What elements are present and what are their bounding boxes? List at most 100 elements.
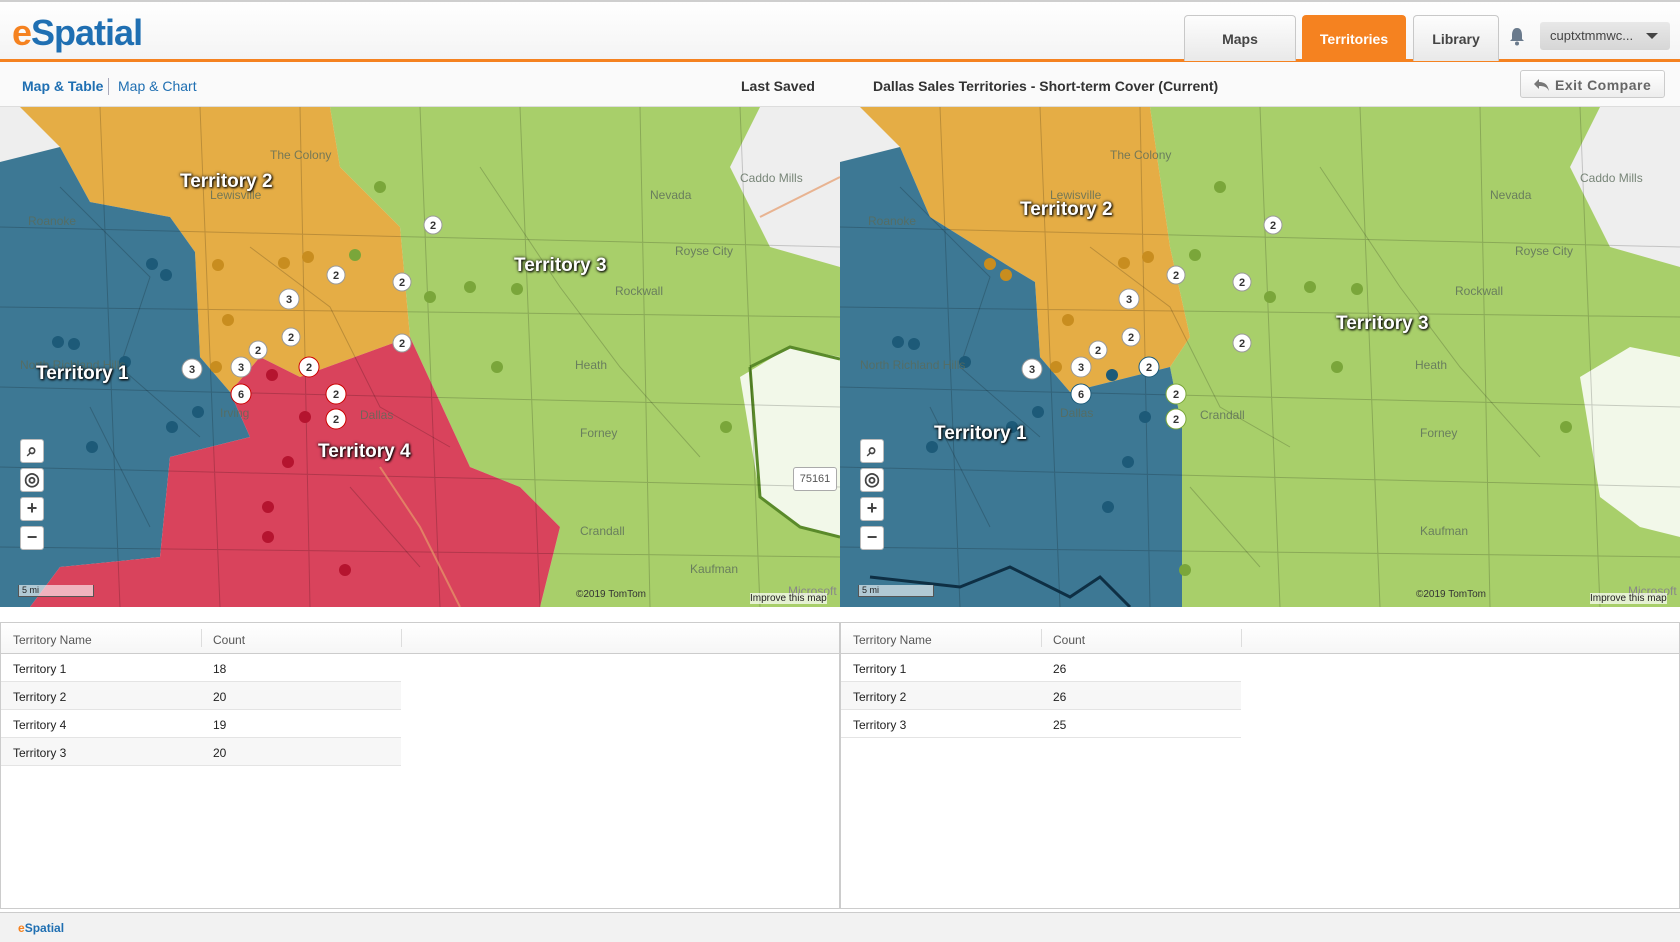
place-label: Dallas bbox=[360, 408, 393, 422]
svg-text:2: 2 bbox=[306, 362, 312, 374]
table-header: Territory Name Count bbox=[1, 623, 839, 654]
footer: eSpatial bbox=[0, 912, 1680, 942]
table-row[interactable]: Territory 1 26 bbox=[841, 654, 1241, 682]
column-header-territory-name[interactable]: Territory Name bbox=[853, 633, 932, 647]
column-header-territory-name[interactable]: Territory Name bbox=[13, 633, 92, 647]
map-label-territory-3: Territory 3 bbox=[514, 255, 607, 276]
place-label: Royse City bbox=[1515, 244, 1573, 258]
svg-text:3: 3 bbox=[238, 362, 244, 374]
view-map-table-link[interactable]: Map & Table bbox=[22, 78, 103, 94]
locate-button[interactable]: ◎ bbox=[20, 468, 44, 492]
place-label: Irving bbox=[220, 406, 249, 420]
map-scale: 5 mi bbox=[18, 585, 94, 597]
zoom-in-button[interactable]: + bbox=[20, 497, 44, 521]
place-label: Roanoke bbox=[28, 214, 76, 228]
place-label: Roanoke bbox=[868, 214, 916, 228]
map-label-territory-2: Territory 2 bbox=[1020, 199, 1113, 220]
last-saved-label: Last Saved bbox=[741, 78, 815, 94]
zoom-in-button[interactable]: + bbox=[860, 497, 884, 521]
place-label: Forney bbox=[580, 426, 617, 440]
user-name: cuptxtmmwc... bbox=[1550, 28, 1634, 43]
place-label: The Colony bbox=[270, 148, 331, 162]
svg-text:2: 2 bbox=[1239, 277, 1245, 289]
chevron-down-icon bbox=[1646, 33, 1658, 39]
svg-text:2: 2 bbox=[1173, 270, 1179, 282]
map-label-territory-2: Territory 2 bbox=[180, 171, 273, 192]
svg-text:2: 2 bbox=[430, 220, 436, 232]
svg-text:2: 2 bbox=[288, 332, 294, 344]
map-label-territory-3: Territory 3 bbox=[1336, 313, 1429, 334]
compare-toolbar: Map & Table Map & Chart Last Saved Dalla… bbox=[0, 62, 1680, 107]
place-label: Dallas bbox=[1060, 406, 1093, 420]
svg-text:2: 2 bbox=[1173, 414, 1179, 426]
svg-text:6: 6 bbox=[1078, 389, 1084, 401]
svg-text:2: 2 bbox=[1239, 338, 1245, 350]
left-territory-table: Territory Name Count Territory 1 18 Terri… bbox=[0, 622, 840, 909]
svg-text:2: 2 bbox=[333, 389, 339, 401]
svg-text:2: 2 bbox=[399, 338, 405, 350]
right-map-canvas[interactable]: 2 2 2 3 2 2 2 3 3 2 6 2 2 The ColonyLewi… bbox=[840, 107, 1680, 607]
svg-text:2: 2 bbox=[1095, 345, 1101, 357]
place-label: North Richland Hills bbox=[860, 358, 965, 372]
svg-text:2: 2 bbox=[255, 345, 261, 357]
locate-button[interactable]: ◎ bbox=[860, 468, 884, 492]
map-credit: ©2019 TomTom bbox=[576, 589, 646, 600]
place-label: The Colony bbox=[1110, 148, 1171, 162]
map-label-territory-1: Territory 1 bbox=[36, 363, 129, 384]
svg-text:3: 3 bbox=[1029, 364, 1035, 376]
svg-text:3: 3 bbox=[1126, 294, 1132, 306]
svg-text:2: 2 bbox=[1128, 332, 1134, 344]
table-row[interactable]: Territory 3 25 bbox=[841, 710, 1241, 738]
left-map[interactable]: 2 2 2 3 2 2 2 3 3 2 6 2 2 The Colony Lewi… bbox=[0, 107, 840, 607]
zoom-out-button[interactable]: − bbox=[20, 526, 44, 550]
right-map[interactable]: 2 2 2 3 2 2 2 3 3 2 6 2 2 The Colony Lewi… bbox=[840, 107, 1680, 607]
table-row[interactable]: Territory 1 18 bbox=[1, 654, 401, 682]
exit-compare-button[interactable]: Exit Compare bbox=[1520, 70, 1665, 98]
improve-map-link[interactable]: Improve this map bbox=[750, 593, 827, 604]
zoom-box-button[interactable]: ⌕ bbox=[20, 439, 44, 463]
place-label: Nevada bbox=[1490, 188, 1532, 202]
improve-map-link[interactable]: Improve this map bbox=[1590, 593, 1667, 604]
place-label: Kaufman bbox=[1420, 524, 1468, 538]
place-label: Nevada bbox=[650, 188, 692, 202]
svg-text:3: 3 bbox=[286, 294, 292, 306]
table-header: Territory Name Count bbox=[841, 623, 1679, 654]
place-label: Kaufman bbox=[690, 562, 738, 576]
left-map-canvas[interactable]: 2 2 2 3 2 2 2 3 3 2 6 2 2 The ColonyLewi… bbox=[0, 107, 840, 607]
footer-logo: eSpatial bbox=[18, 921, 65, 935]
table-row[interactable]: Territory 2 20 bbox=[1, 682, 401, 710]
svg-text:2: 2 bbox=[333, 414, 339, 426]
notification-bell-icon[interactable] bbox=[1508, 26, 1526, 46]
divider bbox=[108, 78, 109, 95]
place-label: Forney bbox=[1420, 426, 1457, 440]
tab-territories[interactable]: Territories bbox=[1302, 15, 1406, 61]
tab-maps[interactable]: Maps bbox=[1184, 15, 1296, 61]
tab-library[interactable]: Library bbox=[1413, 15, 1499, 61]
place-label: Caddo Mills bbox=[1580, 171, 1643, 185]
user-menu[interactable]: cuptxtmmwc... bbox=[1540, 22, 1670, 50]
svg-text:2: 2 bbox=[333, 270, 339, 282]
zoom-box-button[interactable]: ⌕ bbox=[860, 439, 884, 463]
place-label: Caddo Mills bbox=[740, 171, 803, 185]
undo-arrow-icon bbox=[1534, 79, 1549, 91]
place-label: Rockwall bbox=[1455, 284, 1503, 298]
table-row[interactable]: Territory 3 20 bbox=[1, 738, 401, 766]
place-label: Heath bbox=[1415, 358, 1447, 372]
svg-text:2: 2 bbox=[1146, 362, 1152, 374]
compare-map-title: Dallas Sales Territories - Short-term Co… bbox=[873, 78, 1219, 94]
column-header-count[interactable]: Count bbox=[1053, 633, 1085, 647]
map-scale: 5 mi bbox=[858, 585, 934, 597]
place-label: Heath bbox=[575, 358, 607, 372]
table-row[interactable]: Territory 2 26 bbox=[841, 682, 1241, 710]
svg-text:6: 6 bbox=[238, 389, 244, 401]
view-map-chart-link[interactable]: Map & Chart bbox=[118, 78, 197, 94]
column-header-count[interactable]: Count bbox=[213, 633, 245, 647]
place-label: Royse City bbox=[675, 244, 733, 258]
svg-text:3: 3 bbox=[1078, 362, 1084, 374]
zoom-out-button[interactable]: − bbox=[860, 526, 884, 550]
place-label: Crandall bbox=[580, 524, 625, 538]
place-label: Crandall bbox=[1200, 408, 1245, 422]
table-row[interactable]: Territory 4 19 bbox=[1, 710, 401, 738]
app-logo[interactable]: eSpatial bbox=[12, 12, 143, 54]
map-label-territory-1: Territory 1 bbox=[934, 423, 1027, 444]
